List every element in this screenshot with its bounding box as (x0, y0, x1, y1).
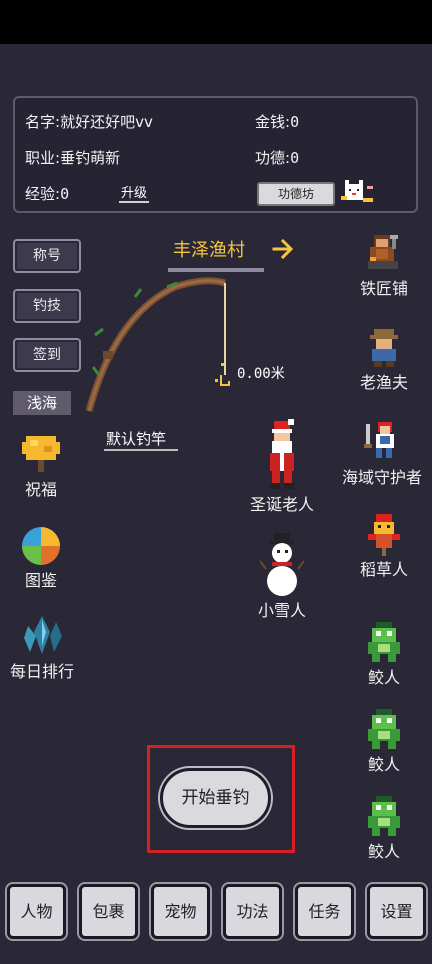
bottom-nav: 人物 包裹 宠物 功法 任务 设置 (0, 880, 432, 964)
exp-value: 0 (60, 185, 70, 203)
job-row: 职业:垂钓萌新 (25, 147, 120, 168)
name-value: 就好还好吧vv (60, 113, 153, 131)
merfolk-label: 鲛人 (367, 755, 400, 774)
golden-tree-icon (22, 436, 60, 472)
nav-quests[interactable]: 任务 (295, 884, 354, 939)
npc-old-fisherman[interactable]: 老渔夫 (352, 325, 416, 393)
name-label: 名字: (25, 113, 61, 131)
daily-ranking-button[interactable]: 每日排行 (4, 612, 80, 682)
money-value: 0 (290, 113, 300, 131)
job-label: 职业: (25, 149, 61, 167)
village-link[interactable]: 丰泽渔村 (173, 236, 245, 262)
nav-pets[interactable]: 宠物 (151, 884, 210, 939)
scarecrow-icon (368, 514, 400, 556)
old-fisherman-label: 老渔夫 (359, 373, 408, 392)
nav-skills[interactable]: 功法 (223, 884, 282, 939)
rod-name[interactable]: 默认钓竿 (106, 428, 166, 449)
blessing-label: 祝福 (24, 480, 57, 499)
old-fisherman-icon (370, 329, 398, 367)
snowman-icon (260, 533, 304, 596)
name-row: 名字:就好还好吧vv (25, 111, 153, 132)
exp-row: 经验:0 (25, 183, 69, 204)
merit-row: 功德:0 (255, 147, 299, 168)
codex-button[interactable]: 图鉴 (18, 525, 64, 591)
nav-settings[interactable]: 设置 (367, 884, 426, 939)
lucky-cat-icon[interactable] (337, 178, 377, 206)
npc-scarecrow[interactable]: 稻草人 (352, 512, 416, 580)
merfolk-icon (368, 709, 400, 749)
upgrade-button[interactable]: 升级 (119, 182, 150, 203)
codex-ball-icon (22, 527, 60, 565)
npc-merfolk-2[interactable]: 鲛人 (352, 707, 416, 775)
npc-merfolk-3[interactable]: 鲛人 (352, 794, 416, 862)
merfolk-icon (368, 796, 400, 836)
merit-value: 0 (290, 149, 300, 167)
blessing-button[interactable]: 祝福 (18, 432, 64, 500)
player-stats-panel: 名字:就好还好吧vv 职业:垂钓萌新 经验:0 升级 金钱:0 功德:0 功德坊 (13, 96, 418, 213)
nav-inventory[interactable]: 包裹 (79, 884, 138, 939)
job-value: 垂钓萌新 (60, 149, 121, 167)
codex-label: 图鉴 (24, 571, 57, 590)
arrow-right-icon[interactable] (272, 238, 294, 260)
sea-guardian-label: 海域守护者 (341, 468, 422, 487)
nav-character[interactable]: 人物 (7, 884, 66, 939)
santa-label: 圣诞老人 (249, 495, 314, 514)
santa-icon (270, 419, 294, 489)
npc-blacksmith[interactable]: 铁匠铺 (352, 231, 416, 299)
merit-shop-button[interactable]: 功德坊 (257, 182, 335, 206)
start-fishing-button[interactable]: 开始垂钓 (160, 768, 271, 828)
sea-guardian-icon (364, 422, 394, 458)
skill-button[interactable]: 钓技 (13, 289, 81, 323)
npc-sea-guardian[interactable]: 海域守护者 (336, 418, 428, 488)
exp-label: 经验: (25, 185, 61, 203)
npc-santa[interactable]: 圣诞老人 (245, 419, 319, 515)
npc-merfolk-1[interactable]: 鲛人 (352, 620, 416, 688)
rod-name-underline (104, 449, 178, 451)
npc-snowman[interactable]: 小雪人 (250, 531, 314, 621)
scarecrow-label: 稻草人 (359, 560, 408, 579)
merfolk-label: 鲛人 (367, 842, 400, 861)
snowman-label: 小雪人 (257, 601, 306, 620)
fishing-rod-icon (85, 277, 230, 412)
merfolk-icon (368, 622, 400, 662)
checkin-button[interactable]: 签到 (13, 338, 81, 372)
money-label: 金钱: (255, 113, 291, 131)
title-button[interactable]: 称号 (13, 239, 81, 273)
crystal-icon (24, 616, 62, 654)
blacksmith-icon (368, 235, 398, 269)
distance-readout: 0.00米 (237, 366, 285, 382)
status-bar (0, 0, 432, 44)
money-row: 金钱:0 (255, 111, 299, 132)
area-label: 浅海 (13, 391, 71, 415)
blacksmith-label: 铁匠铺 (359, 279, 408, 298)
village-underline (168, 268, 264, 272)
merfolk-label: 鲛人 (367, 668, 400, 687)
daily-ranking-label: 每日排行 (9, 662, 74, 681)
merit-label: 功德: (255, 149, 291, 167)
